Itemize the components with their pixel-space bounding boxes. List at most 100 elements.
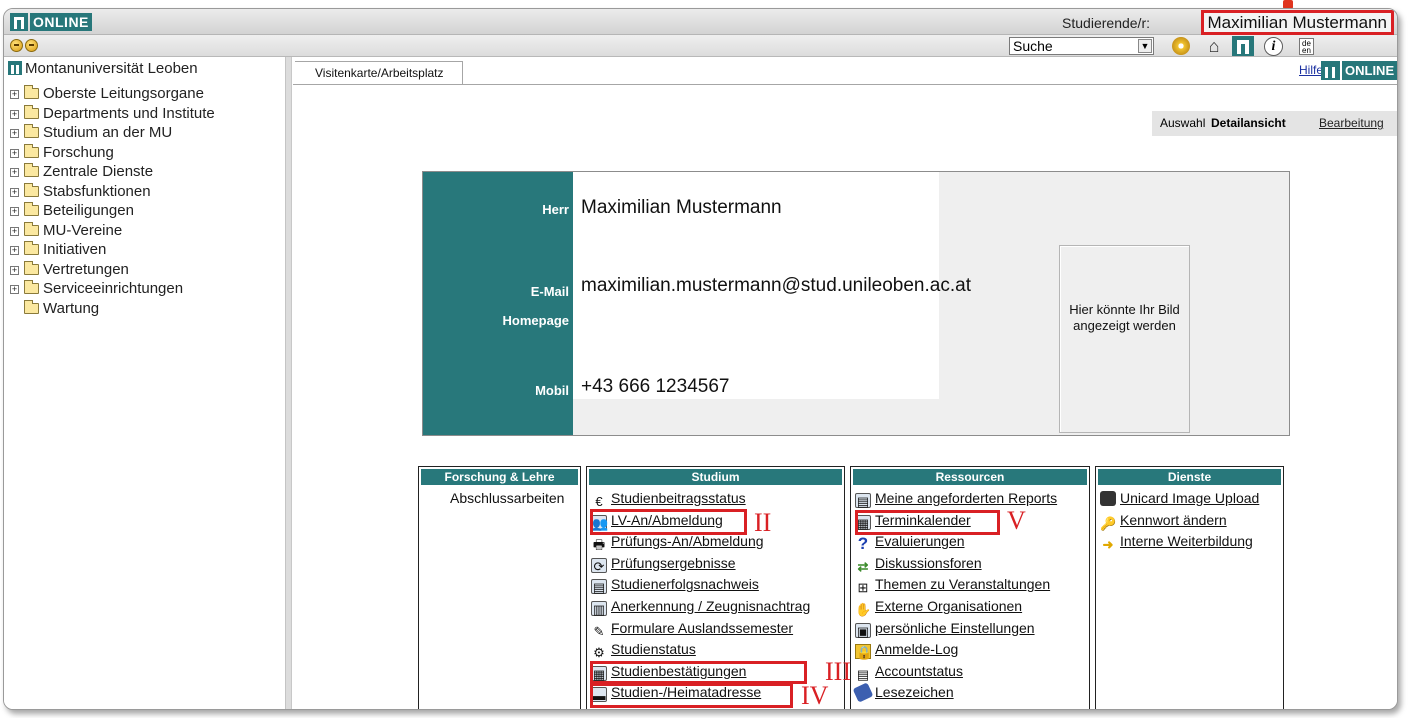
sidebar-item-departments-und-institute[interactable]: + Departments und Institute	[10, 104, 215, 124]
expand-icon[interactable]: +	[10, 109, 19, 119]
sidebar-item-label[interactable]: Initiativen	[43, 241, 106, 258]
tree-list: + Oberste Leitungsorgane + Departments und …	[10, 84, 215, 318]
link-unicard-upload[interactable]: Unicard Image Upload	[1100, 488, 1259, 510]
view-tabs: Auswahl Detailansicht Bearbeitung	[1152, 111, 1397, 136]
link-themen[interactable]: ⊞ Themen zu Veranstaltungen	[855, 574, 1057, 596]
euro-icon: €	[595, 494, 603, 509]
expand-icon[interactable]: +	[10, 129, 19, 138]
dropdown-arrow-icon[interactable]: ▼	[1138, 39, 1152, 53]
handshake-icon: ✋	[855, 601, 872, 617]
cd-icon[interactable]	[1171, 36, 1191, 56]
splitter[interactable]	[286, 57, 292, 709]
folder-icon	[24, 241, 39, 255]
sidebar-item-label[interactable]: Stabsfunktionen	[43, 183, 151, 200]
link-diskussionsforen[interactable]: ⇄ Diskussionsforen	[855, 553, 1057, 575]
email-value[interactable]: maximilian.mustermann@stud.unileoben.ac.…	[581, 275, 971, 297]
tab-visitenkarte[interactable]: Visitenkarte/Arbeitsplatz	[295, 61, 463, 84]
sidebar-item-initiativen[interactable]: + Initiativen	[10, 240, 215, 260]
sidebar-item-label[interactable]: Studium an der MU	[43, 124, 172, 141]
sidebar-item-oberste-leitungsorgane[interactable]: + Oberste Leitungsorgane	[10, 84, 215, 104]
sidebar-item-beteiligungen[interactable]: + Beteiligungen	[10, 201, 215, 221]
key-icon: 🔑	[1100, 515, 1117, 531]
link-pruefungsergebnisse[interactable]: ⟳ Prüfungsergebnisse	[591, 553, 810, 575]
sidebar-item-serviceeinrichtungen[interactable]: + Serviceeinrichtungen	[10, 279, 215, 299]
mu-logo-small-icon	[8, 61, 22, 75]
section-title: Studium	[589, 469, 842, 485]
mu-logo-icon[interactable]	[10, 13, 28, 31]
expand-icon[interactable]: +	[10, 207, 19, 216]
photo-placeholder: Hier könnte Ihr Bild angezeigt werden	[1059, 245, 1190, 433]
sidebar-root-label: Montanuniversität Leoben	[25, 60, 198, 77]
sidebar-item-label[interactable]: Serviceeinrichtungen	[43, 280, 183, 297]
sidebar-item-zentrale-dienste[interactable]: + Zentrale Dienste	[10, 162, 215, 182]
link-reports[interactable]: ▤ Meine angeforderten Reports	[855, 488, 1057, 510]
link-studienbeitragsstatus[interactable]: € Studienbeitragsstatus	[591, 488, 810, 510]
report-icon: ▤	[855, 493, 871, 509]
link-kennwort[interactable]: 🔑 Kennwort ändern	[1100, 510, 1259, 532]
link-externe-organisationen[interactable]: ✋ Externe Organisationen	[855, 596, 1057, 618]
expand-icon[interactable]: +	[10, 168, 19, 177]
sidebar-item-forschung[interactable]: + Forschung	[10, 143, 215, 163]
sidebar-item-label[interactable]: Departments und Institute	[43, 105, 215, 122]
sidebar-item-label[interactable]: Zentrale Dienste	[43, 163, 153, 180]
section-ressourcen: Ressourcen ▤ Meine angeforderten Reports …	[850, 466, 1090, 709]
mobile-label: Mobil	[535, 383, 569, 398]
expand-icon[interactable]: +	[10, 187, 19, 197]
sidebar-root[interactable]: Montanuniversität Leoben	[8, 60, 198, 77]
camera-icon	[1100, 491, 1116, 506]
section-title: Dienste	[1098, 469, 1281, 485]
email-label: E-Mail	[530, 284, 569, 299]
link-weiterbildung[interactable]: ➜ Interne Weiterbildung	[1100, 531, 1259, 553]
link-lesezeichen[interactable]: Lesezeichen	[852, 682, 1057, 704]
salutation-label: Herr	[542, 202, 569, 217]
info-icon[interactable]: i	[1264, 37, 1283, 56]
view-tab-bearbeitung[interactable]: Bearbeitung	[1319, 111, 1384, 136]
link-formulare-auslandssemester[interactable]: ✎ Formulare Auslandssemester	[591, 618, 810, 640]
user-name[interactable]: Maximilian Mustermann	[1200, 10, 1394, 35]
sidebar-item-stabsfunktionen[interactable]: + Stabsfunktionen	[10, 182, 215, 202]
help-link[interactable]: Hilfe	[1299, 63, 1323, 77]
mu-home-icon[interactable]	[1232, 36, 1254, 56]
link-anmelde-log[interactable]: 🔒 Anmelde-Log	[855, 639, 1057, 661]
annotation-ii: II	[754, 508, 772, 537]
home-icon[interactable]: ⌂	[1204, 36, 1224, 56]
sidebar-item-label[interactable]: Vertretungen	[43, 261, 129, 278]
link-anerkennung[interactable]: ▥ Anerkennung / Zeugnisnachtrag	[591, 596, 810, 618]
online-logo-small[interactable]: ONLINE	[1321, 61, 1397, 80]
status-icon: ⚙	[593, 645, 605, 661]
online-logo[interactable]: ONLINE	[30, 13, 92, 31]
expand-icon[interactable]: +	[10, 246, 19, 255]
expand-icon[interactable]: +	[10, 226, 19, 236]
document-icon: ▤	[591, 579, 607, 596]
sidebar-item-wartung[interactable]: Wartung	[10, 299, 215, 319]
sidebar-item-label[interactable]: Wartung	[43, 300, 99, 317]
link-studienerfolgsnachweis[interactable]: ▤ Studienerfolgsnachweis	[591, 574, 810, 596]
expand-icon[interactable]: +	[10, 265, 19, 275]
sidebar-item-mu-vereine[interactable]: + MU-Vereine	[10, 221, 215, 241]
sidebar-item-vertretungen[interactable]: + Vertretungen	[10, 260, 215, 280]
folder-icon	[24, 104, 39, 119]
link-list: Unicard Image Upload 🔑 Kennwort ändern ➜ I…	[1100, 488, 1259, 553]
back-button-icon[interactable]	[10, 39, 23, 52]
view-tab-auswahl[interactable]: Auswahl	[1160, 111, 1205, 136]
link-abschlussarbeiten[interactable]: Abschlussarbeiten	[450, 488, 564, 510]
view-tab-detailansicht[interactable]: Detailansicht	[1211, 111, 1286, 136]
expand-icon[interactable]: +	[10, 90, 19, 99]
expand-icon[interactable]: +	[10, 285, 19, 294]
link-accountstatus[interactable]: ▤ Accountstatus	[855, 661, 1057, 683]
expand-icon[interactable]: +	[10, 148, 19, 158]
certificate-icon: ▥	[591, 600, 607, 617]
bookmark-icon	[852, 682, 874, 704]
section-dienste: Dienste Unicard Image Upload 🔑 Kennwort ä…	[1095, 466, 1284, 709]
sidebar-item-label[interactable]: Beteiligungen	[43, 202, 134, 219]
link-einstellungen[interactable]: ▣ persönliche Einstellungen	[855, 618, 1057, 640]
language-switch-icon[interactable]: de en	[1299, 38, 1314, 55]
sidebar-item-label[interactable]: Oberste Leitungsorgane	[43, 85, 204, 102]
presentation-icon: ⊞	[857, 580, 869, 596]
sidebar-item-label[interactable]: Forschung	[43, 144, 114, 161]
search-select[interactable]: Suche ▼	[1009, 37, 1154, 55]
sidebar-item-label[interactable]: MU-Vereine	[43, 222, 122, 239]
sidebar-item-studium-an-der-mu[interactable]: + Studium an der MU	[10, 123, 215, 143]
forward-button-icon[interactable]	[25, 39, 38, 52]
link-studienstatus[interactable]: ⚙ Studienstatus	[591, 639, 810, 661]
